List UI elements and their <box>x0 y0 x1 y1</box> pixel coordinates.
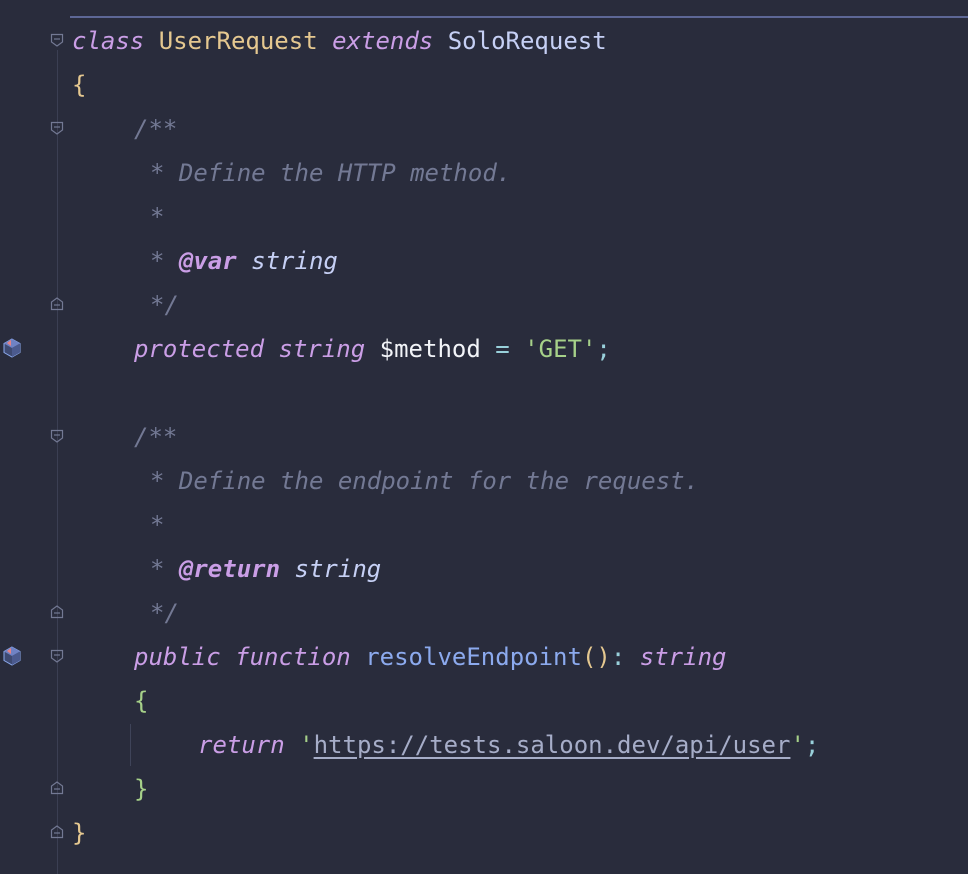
class-open-brace: { <box>72 71 87 99</box>
gutter-separator <box>57 50 58 874</box>
code-line-doc-text[interactable]: * Define the endpoint for the request. <box>150 459 699 503</box>
doc-comment-text: * Define the HTTP method. <box>150 159 512 187</box>
override-method-icon[interactable] <box>1 337 23 359</box>
code-line-doc-close[interactable]: */ <box>150 591 179 635</box>
code-line-doc-tag[interactable]: * @return string <box>150 547 381 591</box>
keyword-function: function <box>235 643 351 671</box>
fold-open-icon[interactable] <box>50 429 64 443</box>
method-close-brace: } <box>134 775 149 803</box>
sticky-header-divider <box>70 16 968 18</box>
method-parens: () <box>581 643 611 671</box>
keyword-protected: protected <box>134 335 265 363</box>
doc-comment-open: /** <box>134 423 178 451</box>
keyword-public: public <box>134 643 221 671</box>
property-value: 'GET' <box>524 335 597 363</box>
fold-close-icon[interactable] <box>50 825 64 839</box>
method-name: resolveEndpoint <box>365 643 582 671</box>
fold-close-icon[interactable] <box>50 297 64 311</box>
code-line-class-declaration[interactable]: class UserRequest extends SoloRequest <box>72 19 607 63</box>
doc-comment-blank: * <box>150 511 165 539</box>
class-close-brace: } <box>72 819 87 847</box>
code-line-return[interactable]: return 'https://tests.saloon.dev/api/use… <box>198 723 819 767</box>
doc-comment-star: * <box>150 247 179 275</box>
method-open-brace: { <box>134 687 149 715</box>
code-line-doc-tag[interactable]: * @var string <box>150 239 338 283</box>
return-colon: : <box>610 643 626 671</box>
code-line-property[interactable]: protected string $method = 'GET'; <box>134 327 611 371</box>
doc-comment-star: * <box>150 555 179 583</box>
code-line-doc-blank[interactable]: * <box>150 503 164 547</box>
doc-tag-var: @var <box>178 247 237 275</box>
fold-open-icon[interactable] <box>50 33 64 47</box>
property-variable: $method <box>379 335 481 363</box>
quote-open: ' <box>299 731 314 759</box>
code-line-close-brace[interactable]: } <box>72 811 86 855</box>
doc-comment-blank: * <box>150 203 165 231</box>
code-line-method-signature[interactable]: public function resolveEndpoint(): strin… <box>134 635 726 679</box>
doc-comment-text: * Define the endpoint for the request. <box>150 467 700 495</box>
keyword-type: string <box>278 335 366 363</box>
keyword-class: class <box>72 27 145 55</box>
code-line-doc-blank[interactable]: * <box>150 195 164 239</box>
code-editor[interactable]: class UserRequest extends SoloRequest { … <box>0 0 968 874</box>
return-type: string <box>639 643 727 671</box>
doc-tag-type: string <box>294 555 382 583</box>
code-line-doc-text[interactable]: * Define the HTTP method. <box>150 151 511 195</box>
fold-close-icon[interactable] <box>50 605 64 619</box>
code-line-method-close[interactable]: } <box>134 767 148 811</box>
fold-close-icon[interactable] <box>50 781 64 795</box>
doc-tag-type: string <box>251 247 338 275</box>
semicolon: ; <box>596 335 611 363</box>
indent-guide <box>130 724 131 766</box>
doc-comment-close: */ <box>150 291 179 319</box>
fold-open-icon[interactable] <box>50 121 64 135</box>
doc-comment-open: /** <box>134 115 178 143</box>
code-line-method-open[interactable]: { <box>134 679 148 723</box>
override-method-icon[interactable] <box>1 645 23 667</box>
keyword-extends: extends <box>332 27 434 55</box>
code-line-doc-close[interactable]: */ <box>150 283 179 327</box>
class-name: UserRequest <box>158 27 318 55</box>
code-line-open-brace[interactable]: { <box>72 63 86 107</box>
assign-operator: = <box>495 335 510 363</box>
doc-comment-close: */ <box>150 599 179 627</box>
keyword-return: return <box>198 731 285 759</box>
doc-tag-return: @return <box>178 555 281 583</box>
fold-open-icon[interactable] <box>50 649 64 663</box>
quote-close: ' <box>790 731 805 759</box>
endpoint-url-link[interactable]: https://tests.saloon.dev/api/user <box>314 731 791 759</box>
parent-class-name: SoloRequest <box>447 27 607 55</box>
code-line-doc-open[interactable]: /** <box>134 415 177 459</box>
semicolon: ; <box>804 731 820 759</box>
code-line-doc-open[interactable]: /** <box>134 107 177 151</box>
